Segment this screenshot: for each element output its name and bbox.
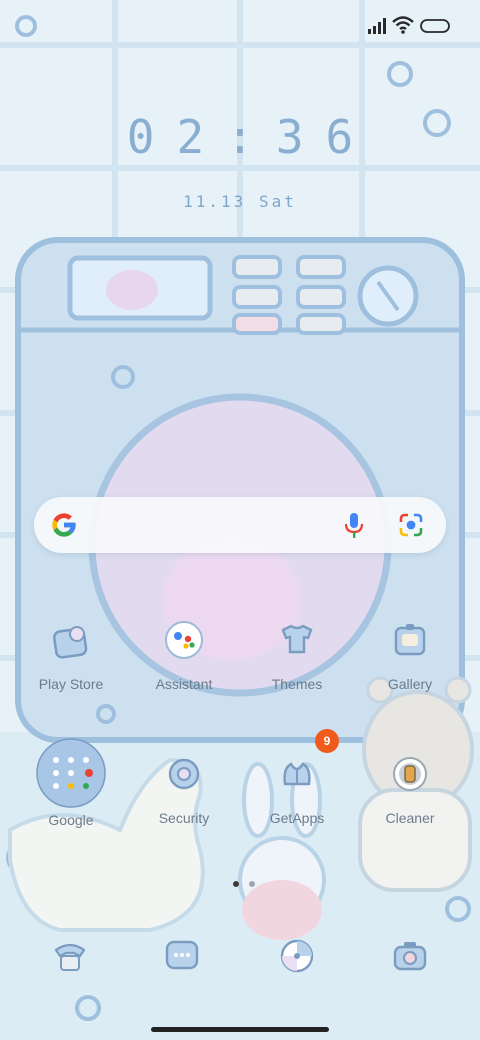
dock-browser[interactable] (277, 936, 317, 976)
clock-date[interactable]: 11.13 Sat (0, 192, 480, 211)
google-folder-icon (36, 738, 106, 808)
app-assistant[interactable]: Assistant (129, 618, 239, 692)
google-logo-icon (52, 513, 76, 537)
security-icon (160, 752, 208, 800)
getapps-icon (273, 752, 321, 800)
app-gallery[interactable]: Gallery (355, 618, 465, 692)
app-label: GetApps (269, 810, 325, 826)
assistant-icon (160, 618, 208, 666)
themes-icon (273, 618, 321, 666)
app-label: Security (158, 810, 210, 826)
app-label: Assistant (155, 676, 213, 692)
phone-icon (54, 943, 86, 971)
getapps-badge: 9 (315, 729, 339, 753)
app-play-store[interactable]: Play Store (16, 618, 126, 692)
app-label: Cleaner (385, 810, 435, 826)
page-indicator[interactable] (228, 872, 260, 891)
google-lens-icon[interactable] (398, 512, 424, 538)
home-indicator[interactable] (151, 1027, 329, 1032)
app-label: Gallery (387, 676, 433, 692)
app-cleaner[interactable]: Cleaner (355, 752, 465, 826)
app-themes[interactable]: Themes (242, 618, 352, 692)
clock-time[interactable]: 02:36 (0, 110, 480, 164)
browser-icon (280, 939, 314, 973)
gallery-icon (386, 618, 434, 666)
dock-camera[interactable] (390, 936, 430, 976)
google-search-bar[interactable] (34, 497, 446, 553)
microphone-icon[interactable] (342, 511, 366, 539)
app-label: Play Store (38, 676, 104, 692)
messages-icon (165, 940, 199, 970)
camera-icon (393, 942, 427, 971)
app-security[interactable]: Security (129, 752, 239, 826)
status-bar (0, 0, 480, 56)
page-dot[interactable] (249, 881, 255, 887)
dock-phone[interactable] (50, 936, 90, 976)
battery-icon (420, 19, 450, 33)
app-label: Themes (271, 676, 323, 692)
app-label: Google (48, 812, 94, 828)
signal-icon (368, 18, 386, 34)
app-google-folder[interactable]: Google (16, 738, 126, 828)
dock-messages[interactable] (162, 936, 202, 976)
cleaner-icon (386, 752, 434, 800)
wifi-icon (392, 16, 414, 34)
play-store-icon (47, 618, 95, 666)
app-getapps[interactable]: GetApps (242, 752, 352, 826)
page-dot-active[interactable] (233, 881, 239, 887)
